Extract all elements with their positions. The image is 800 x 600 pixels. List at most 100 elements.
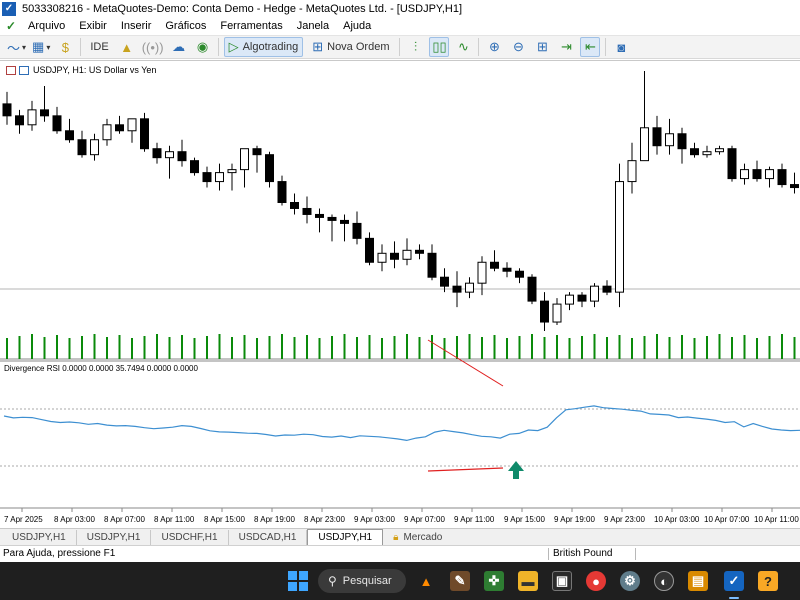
bear-candle	[265, 154, 274, 183]
candlestick-button[interactable]: ▯▯	[429, 37, 450, 57]
chart-window[interactable]: USDJPY, H1: US Dollar vs Yen Divergence …	[0, 60, 800, 528]
vlc-icon[interactable]: ▲	[416, 571, 436, 591]
menu-graficos[interactable]: Gráficos	[159, 17, 214, 35]
menu-janela[interactable]: Janela	[291, 17, 337, 35]
bear-candle	[527, 276, 537, 302]
signal-icon: ((•))	[141, 39, 164, 55]
mt5-window: ✓ 5033308216 - MetaQuotes-Demo: Conta De…	[0, 0, 800, 600]
trade-panel-icon[interactable]	[19, 65, 29, 75]
bear-candle	[115, 124, 124, 132]
bull-candle	[765, 169, 774, 180]
deposit-button[interactable]: $	[55, 37, 75, 57]
metatrader-taskbar-icon[interactable]: ✓	[724, 571, 744, 591]
bear-candle	[15, 115, 24, 126]
tab-usdchf[interactable]: USDCHF,H1	[151, 530, 229, 545]
menu-ajuda[interactable]: Ajuda	[337, 17, 379, 35]
new-order-icon: ⊞	[312, 39, 324, 54]
bull-candle	[165, 151, 174, 159]
time-label: 8 Apr 15:00	[204, 515, 245, 524]
line-chart-button[interactable]: ∿	[453, 37, 473, 57]
time-label: 9 Apr 19:00	[554, 515, 595, 524]
toolbar-separator	[217, 38, 219, 56]
bull-candle	[240, 148, 249, 171]
windows-start-icon[interactable]	[288, 571, 308, 591]
store-icon[interactable]: ▣	[552, 571, 572, 591]
signals-button[interactable]: ((•))	[141, 37, 165, 57]
bear-candle	[502, 267, 512, 272]
screenshot-button[interactable]: ◙	[611, 37, 631, 57]
bull-candle	[465, 282, 474, 293]
mt5-menu-icon[interactable]: ✓	[4, 19, 18, 33]
help-tool-icon[interactable]: ?	[758, 571, 778, 591]
status-bar: Para Ajuda, pressione F1 British Pound	[0, 545, 800, 562]
menu-arquivo[interactable]: Arquivo	[22, 17, 73, 35]
community-button[interactable]: ◉	[193, 37, 213, 57]
chart-type-button[interactable]: 〜 ▾	[6, 37, 27, 57]
bull-candle	[102, 124, 112, 141]
toolbar-separator	[80, 38, 82, 56]
tab-usdjpy-active[interactable]: USDJPY,H1	[307, 529, 384, 545]
windows-taskbar: ⚲ Pesquisar ▲ ✎ ✜ ▬ ▣ ● ⚙ ◐ ▤ ✓ ?	[0, 562, 800, 600]
indicator-header: Divergence RSI 0.0000 0.0000 35.7494 0.0…	[4, 364, 198, 373]
obs-icon[interactable]: ◐	[654, 571, 674, 591]
algotrading-button[interactable]: ▷ Algotrading	[223, 37, 304, 57]
bear-candle	[452, 285, 462, 293]
tile-windows-button[interactable]: ⊞	[532, 37, 552, 57]
auto-scroll-button[interactable]: ⇥	[556, 37, 576, 57]
taskbar-search[interactable]: ⚲ Pesquisar	[318, 569, 406, 593]
rsi-divergence-line	[427, 467, 504, 472]
settings-icon[interactable]: ⚙	[620, 571, 640, 591]
status-separator	[635, 548, 636, 560]
market-button[interactable]: ▲	[117, 37, 137, 57]
bear-candle	[440, 276, 449, 287]
zoom-in-button[interactable]: ⊕	[484, 37, 504, 57]
buy-arrow-signal	[508, 461, 524, 479]
time-label: 9 Apr 03:00	[354, 515, 395, 524]
bull-candle	[627, 160, 637, 183]
bar-chart-button[interactable]: ⫶	[405, 37, 425, 57]
menu-exibir[interactable]: Exibir	[73, 17, 115, 35]
chart-menu-icon[interactable]	[6, 65, 16, 75]
bear-candle	[602, 285, 612, 293]
bear-candle	[290, 201, 299, 209]
bear-candle	[302, 207, 312, 215]
bear-candle	[277, 181, 287, 203]
file-explorer-icon[interactable]: ▬	[518, 571, 538, 591]
tools-icon[interactable]: ✜	[484, 571, 504, 591]
notes-icon[interactable]: ▤	[688, 571, 708, 591]
chrome-icon[interactable]: ●	[586, 571, 606, 591]
bear-candle	[2, 103, 12, 117]
bear-candle	[677, 133, 687, 150]
nova-ordem-button[interactable]: ⊞ Nova Ordem	[307, 37, 394, 57]
ide-button[interactable]: IDE	[86, 37, 112, 57]
bear-candle	[152, 148, 162, 159]
menu-ferramentas[interactable]: Ferramentas	[214, 17, 290, 35]
tab-mercado-label: Mercado	[403, 532, 443, 543]
bear-candle	[352, 222, 362, 239]
photo-editor-icon[interactable]: ✎	[450, 571, 470, 591]
chart-shift-button[interactable]: ⇤	[580, 37, 601, 57]
tab-usdjpy-2[interactable]: USDJPY,H1	[77, 530, 152, 545]
bear-candle	[315, 213, 324, 218]
price-chart[interactable]: 7 Apr 2025 8 Apr 03:00 8 Apr 07:00 8 Apr 11…	[0, 61, 800, 529]
zoom-out-button[interactable]: ⊖	[508, 37, 528, 57]
line-icon: ∿	[458, 39, 469, 54]
tab-usdjpy-1[interactable]: USDJPY,H1	[2, 530, 77, 545]
bear-candle	[40, 109, 49, 117]
tab-usdcad[interactable]: USDCAD,H1	[229, 530, 308, 545]
templates-button[interactable]: ▦ ▾	[31, 37, 51, 57]
chart-shift-icon: ⇤	[585, 39, 596, 54]
bull-candle	[715, 148, 724, 153]
bull-candle	[477, 261, 487, 284]
bull-candle	[590, 285, 599, 302]
bear-candle	[252, 148, 262, 156]
vps-button[interactable]: ☁	[169, 37, 189, 57]
bear-candle	[577, 294, 587, 302]
globe-icon: ◉	[196, 39, 209, 54]
tab-mercado[interactable]: 🔒︎ Mercado	[383, 530, 452, 545]
rsi-line	[3, 405, 800, 442]
bull-candle	[215, 172, 224, 183]
menu-inserir[interactable]: Inserir	[115, 17, 160, 35]
time-label: 8 Apr 23:00	[304, 515, 345, 524]
bear-candle	[177, 151, 187, 162]
